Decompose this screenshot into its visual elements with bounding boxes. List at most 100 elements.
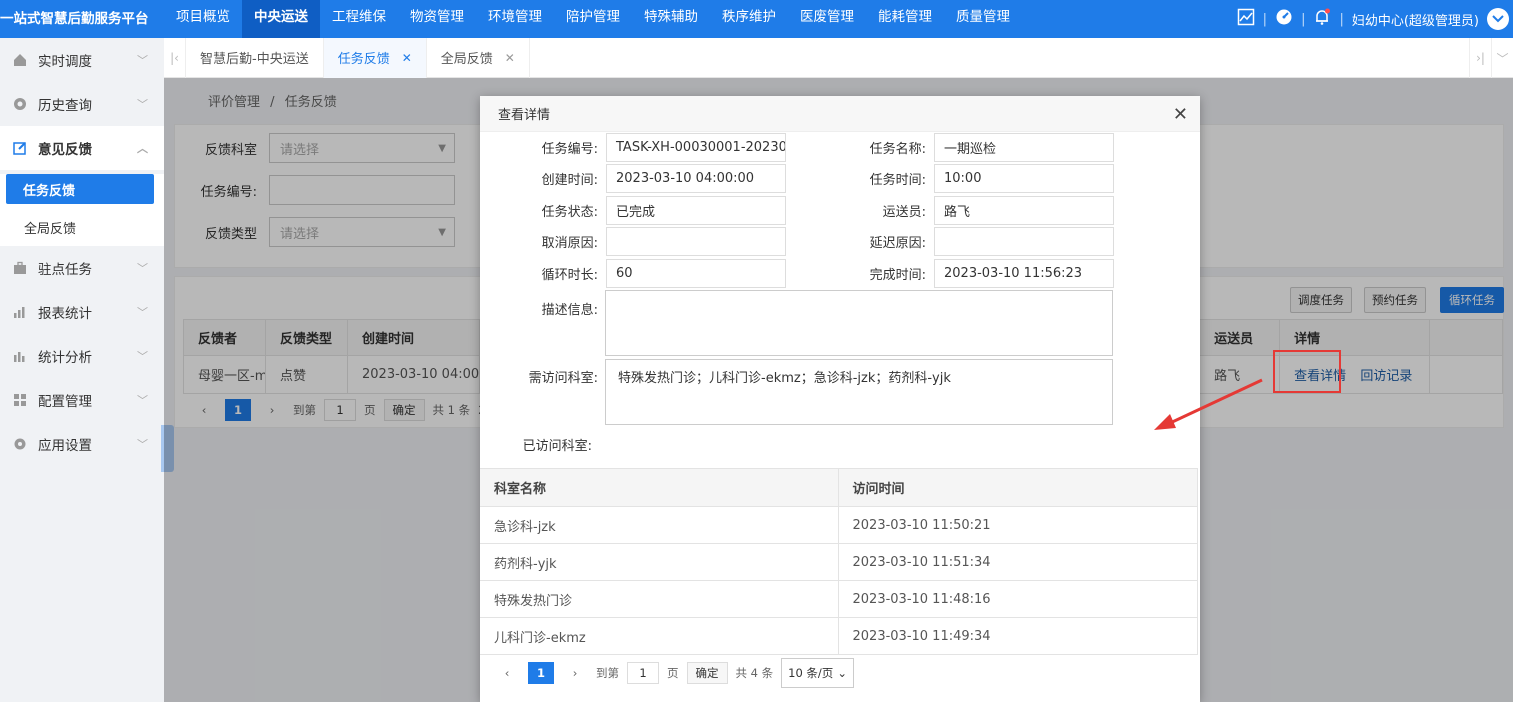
page-size-value: 10 条/页	[788, 666, 834, 680]
page-confirm-button[interactable]: 确定	[686, 662, 728, 684]
chevron-down-icon: ﹀	[137, 262, 148, 275]
page-size-select[interactable]: 10 条/页 ⌄	[781, 658, 854, 688]
nav-item-central-transport[interactable]: 中央运送	[242, 0, 320, 38]
nav-item-escort[interactable]: 陪护管理	[554, 0, 632, 38]
nav-item-order[interactable]: 秩序维护	[710, 0, 788, 38]
field-cancel-reason: 取消原因:	[480, 227, 786, 256]
sidebar-item-app-settings[interactable]: 应用设置 ﹀	[0, 422, 164, 466]
field-courier: 运送员: 路飞	[814, 196, 1114, 225]
next-page-icon[interactable]: ›	[562, 662, 588, 684]
create-time-field[interactable]: 2023-03-10 04:00:00	[606, 164, 786, 193]
chevron-down-icon[interactable]	[1487, 8, 1509, 30]
table-header-row: 科室名称 访问时间	[480, 468, 1198, 507]
sidebar-item-config[interactable]: 配置管理 ﹀	[0, 378, 164, 422]
prev-page-icon[interactable]: ‹	[494, 662, 520, 684]
nav-item-engineering[interactable]: 工程维保	[320, 0, 398, 38]
chevron-up-icon: ︿	[137, 142, 148, 155]
dashboard-icon[interactable]	[1275, 8, 1293, 30]
table-row: 药剂科-yjk 2023-03-10 11:51:34	[480, 543, 1198, 581]
sidebar: 实时调度 ﹀ 历史查询 ﹀ 意见反馈 ︿ 任务反馈 全局反馈 驻点任务 ﹀ 报表…	[0, 38, 164, 702]
field-task-name: 任务名称: 一期巡检	[814, 133, 1114, 162]
nav-item-energy[interactable]: 能耗管理	[866, 0, 944, 38]
annotation-arrow-icon	[1154, 378, 1263, 430]
close-icon[interactable]: ✕	[402, 51, 412, 65]
courier-field[interactable]: 路飞	[934, 196, 1114, 225]
feedback-submenu: 任务反馈 全局反馈	[0, 174, 164, 246]
cell-dept-name: 急诊科-jzk	[480, 506, 839, 544]
cancel-reason-label: 取消原因:	[541, 236, 598, 251]
nav-item-special-assist[interactable]: 特殊辅助	[632, 0, 710, 38]
separator: |	[1262, 11, 1268, 27]
app-title: 一站式智慧后勤服务平台	[0, 11, 149, 27]
cycle-duration-label: 循环时长:	[541, 268, 598, 283]
task-name-field[interactable]: 一期巡检	[934, 133, 1114, 162]
sidebar-item-realtime[interactable]: 实时调度 ﹀	[0, 38, 164, 82]
col-visit-time: 访问时间	[838, 468, 1198, 507]
task-no-field[interactable]: TASK-XH-00030001-20230310	[606, 133, 786, 162]
tab-task-feedback[interactable]: 任务反馈 ✕	[323, 37, 427, 78]
cell-dept-name: 特殊发热门诊	[480, 580, 839, 618]
separator: |	[1301, 11, 1306, 27]
status-field[interactable]: 已完成	[606, 196, 786, 225]
tab-scroll-left-icon[interactable]: |‹	[164, 37, 186, 78]
nav-item-quality[interactable]: 质量管理	[944, 0, 1022, 38]
close-icon[interactable]: ✕	[505, 51, 515, 65]
tab-global-feedback[interactable]: 全局反馈 ✕	[427, 37, 530, 78]
nav-item-materials[interactable]: 物资管理	[398, 0, 476, 38]
tab-central-transport[interactable]: 智慧后勤-中央运送	[186, 37, 324, 78]
cell-visit-time: 2023-03-10 11:49:34	[838, 617, 1198, 655]
sidebar-item-analysis[interactable]: 统计分析 ﹀	[0, 334, 164, 378]
cancel-reason-field[interactable]	[606, 227, 786, 256]
cell-dept-name: 儿科门诊-ekmz	[480, 617, 839, 655]
highlight-box	[1273, 350, 1341, 393]
tab-label: 智慧后勤-中央运送	[200, 52, 309, 67]
detail-modal: 查看详情 ✕ 任务编号: TASK-XH-00030001-20230310 任…	[480, 96, 1200, 702]
page-unit-label: 页	[667, 666, 679, 680]
nav-item-environment[interactable]: 环境管理	[476, 0, 554, 38]
user-name[interactable]: 妇幼中心(超级管理员)	[1352, 10, 1479, 29]
sidebar-item-reports[interactable]: 报表统计 ﹀	[0, 290, 164, 334]
tab-scroll-right-icon[interactable]: ›|	[1469, 38, 1491, 78]
close-icon[interactable]: ✕	[1173, 104, 1188, 125]
sidebar-subitem-global-feedback[interactable]: 全局反馈	[0, 208, 164, 246]
delay-reason-label: 延迟原因:	[869, 236, 926, 251]
cell-visit-time: 2023-03-10 11:51:34	[838, 543, 1198, 581]
tab-label: 全局反馈	[440, 52, 493, 67]
sidebar-subitem-task-feedback[interactable]: 任务反馈	[6, 174, 154, 204]
bar-chart-icon	[12, 304, 28, 320]
sidebar-item-label: 报表统计	[38, 306, 92, 322]
nav-item-overview[interactable]: 项目概览	[164, 0, 242, 38]
field-create-time: 创建时间: 2023-03-10 04:00:00	[480, 164, 786, 193]
cycle-duration-field[interactable]: 60	[606, 259, 786, 288]
nav-item-medical-waste[interactable]: 医废管理	[788, 0, 866, 38]
search-icon	[12, 96, 28, 112]
sidebar-item-label: 历史查询	[38, 98, 92, 114]
finish-time-label: 完成时间:	[869, 268, 926, 283]
sidebar-item-station-task[interactable]: 驻点任务 ﹀	[0, 246, 164, 290]
need-visit-textarea[interactable]: 特殊发热门诊；儿科门诊-ekmz；急诊科-jzk；药剂科-yjk	[605, 359, 1113, 425]
tab-label: 任务反馈	[337, 52, 390, 67]
goto-label: 到第	[596, 666, 619, 680]
sidebar-item-history[interactable]: 历史查询 ﹀	[0, 82, 164, 126]
trend-chart-icon[interactable]	[1237, 8, 1255, 30]
sidebar-item-label: 应用设置	[38, 438, 92, 454]
sidebar-item-label: 实时调度	[38, 54, 92, 70]
page-number[interactable]: 1	[528, 662, 554, 684]
table-row: 儿科门诊-ekmz 2023-03-10 11:49:34	[480, 617, 1198, 655]
task-time-field[interactable]: 10:00	[934, 164, 1114, 193]
sidebar-item-label: 意见反馈	[38, 142, 92, 158]
edit-icon	[12, 140, 28, 156]
task-no-label: 任务编号:	[541, 142, 598, 157]
page-input[interactable]: 1	[627, 662, 659, 684]
sidebar-item-feedback[interactable]: 意见反馈 ︿	[0, 126, 164, 170]
sidebar-item-label: 配置管理	[38, 394, 92, 410]
stats-icon	[12, 348, 28, 364]
finish-time-field[interactable]: 2023-03-10 11:56:23	[934, 259, 1114, 288]
tab-bar-right: ›| ﹀	[1469, 38, 1513, 78]
chevron-down-icon: ﹀	[137, 350, 148, 363]
description-textarea[interactable]	[605, 290, 1113, 356]
chevron-down-icon[interactable]: ﹀	[1491, 38, 1513, 78]
bell-icon[interactable]	[1313, 8, 1331, 30]
delay-reason-field[interactable]	[934, 227, 1114, 256]
top-nav: 项目概览 中央运送 工程维保 物资管理 环境管理 陪护管理 特殊辅助 秩序维护 …	[164, 0, 1022, 38]
